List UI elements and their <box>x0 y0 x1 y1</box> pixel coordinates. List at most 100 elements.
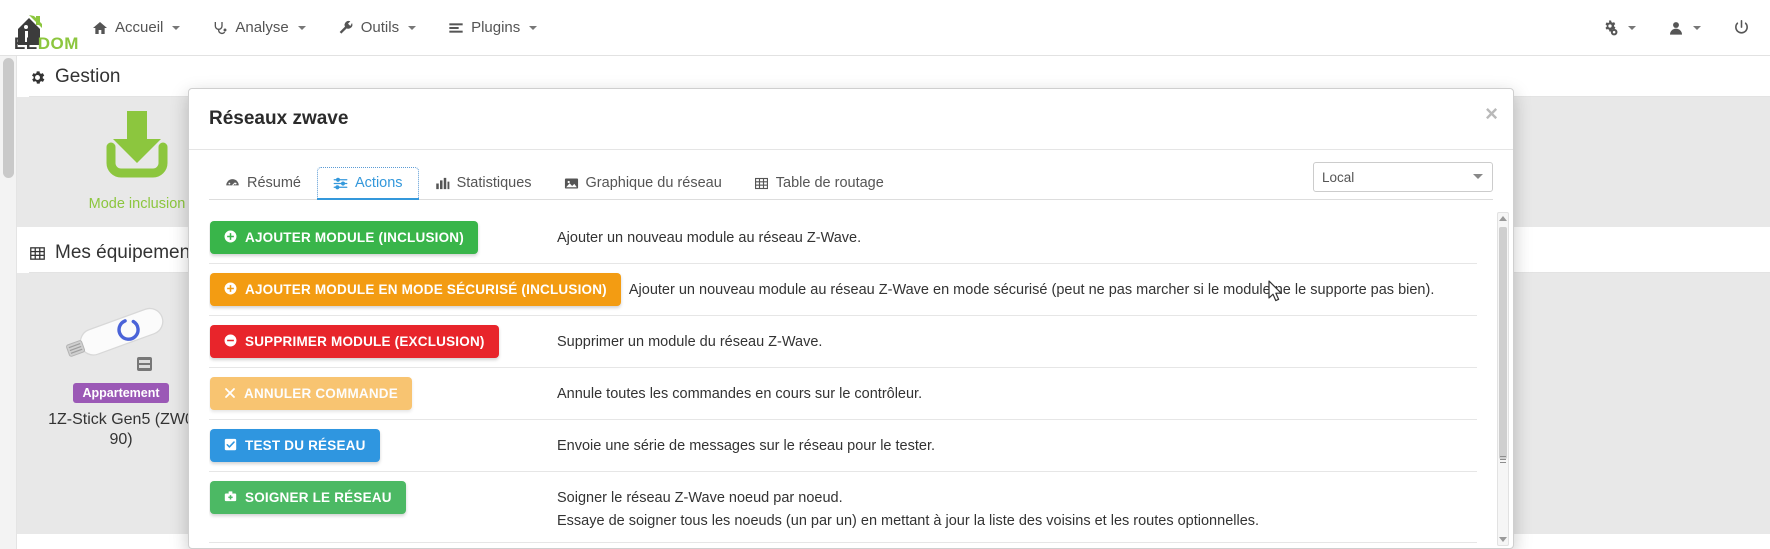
action-description-cell: Ajouter un nouveau module au réseau Z-Wa… <box>621 273 1477 301</box>
brand-text-ee: EE <box>14 34 38 53</box>
page-scrollbar[interactable] <box>0 56 17 549</box>
power-icon <box>1733 19 1750 36</box>
stethoscope-icon <box>212 20 228 36</box>
user-icon <box>1668 20 1684 36</box>
action-button-cell: AJOUTER MODULE EN MODE SÉCURISÉ (INCLUSI… <box>209 273 621 306</box>
scroll-up-icon[interactable] <box>1499 216 1507 221</box>
panel-gestion-label: Gestion <box>55 66 121 87</box>
tab-statistiques[interactable]: Statistiques <box>419 167 548 200</box>
tab-table-routage[interactable]: Table de routage <box>738 167 900 200</box>
tab-table-routage-label: Table de routage <box>775 175 884 191</box>
times-icon <box>224 387 236 401</box>
remove-module-exclusion-button[interactable]: SUPPRIMER MODULE (EXCLUSION) <box>210 325 499 358</box>
tab-actions[interactable]: Actions <box>317 167 419 200</box>
action-description-line: Ajouter un nouveau module au réseau Z-Wa… <box>628 282 1435 298</box>
brand-text-dom: DOM <box>37 34 79 53</box>
heal-network-button[interactable]: SOIGNER LE RÉSEAU <box>210 481 406 514</box>
nav-item-power[interactable] <box>1719 0 1764 56</box>
nav-item-settings[interactable] <box>1587 0 1650 56</box>
tab-resume-label: Résumé <box>247 175 301 191</box>
action-description-cell: Ajouter un nouveau module au réseau Z-Wa… <box>549 221 1477 249</box>
add-module-inclusion-button[interactable]: AJOUTER MODULE (INCLUSION) <box>210 221 478 254</box>
chevron-down-icon <box>297 25 306 30</box>
cancel-command-button[interactable]: ANNULER COMMANDE <box>210 377 412 410</box>
equipment-name: 1Z-Stick Gen5 (ZW0 90) <box>48 411 194 448</box>
image-icon <box>564 176 579 191</box>
dialog-header: Réseaux zwave × <box>189 89 1513 150</box>
navbar-right-group <box>1587 0 1770 56</box>
action-row: SOIGNER LE RÉSEAU Soigner le réseau Z-Wa… <box>209 472 1477 543</box>
button-label: AJOUTER MODULE EN MODE SÉCURISÉ (INCLUSI… <box>245 282 607 297</box>
table-icon <box>754 176 769 191</box>
gear-icon <box>29 69 46 86</box>
status-badge: Appartement <box>73 383 169 403</box>
action-description-cell: Supprimer un module du réseau Z-Wave. <box>549 325 1477 353</box>
actions-scrollbar-thumb[interactable] <box>1499 227 1507 459</box>
sliders-icon <box>333 176 348 191</box>
brand-logo[interactable]: EEDOM <box>12 8 78 53</box>
nav-item-outils[interactable]: Outils <box>322 0 432 56</box>
nav-item-outils-label: Outils <box>360 19 400 36</box>
brand-text: EEDOM <box>14 34 79 54</box>
nav-item-analyse[interactable]: Analyse <box>196 0 321 56</box>
button-label: SUPPRIMER MODULE (EXCLUSION) <box>245 334 485 349</box>
zwave-network-dialog: Réseaux zwave × Résumé Actions Statistiq… <box>188 88 1514 549</box>
action-row: ANNULER COMMANDE Annule toutes les comma… <box>209 368 1477 420</box>
actions-list[interactable]: AJOUTER MODULE (INCLUSION) Ajouter un no… <box>209 212 1493 548</box>
nav-item-plugins-label: Plugins <box>471 19 521 36</box>
action-description-cell: Annule toutes les commandes en cours sur… <box>549 377 1477 405</box>
network-select[interactable]: Local <box>1313 162 1493 192</box>
action-description-line: Annule toutes les commandes en cours sur… <box>557 386 923 402</box>
dialog-tabs: Résumé Actions Statistiques Graphique du… <box>209 162 1493 200</box>
action-row: AJOUTER MODULE EN MODE SÉCURISÉ (INCLUSI… <box>209 264 1477 316</box>
network-test-button[interactable]: TEST DU RÉSEAU <box>210 429 380 462</box>
action-description-line: Essaye de soigner tous les noeuds (un pa… <box>557 513 1260 530</box>
tab-actions-label: Actions <box>355 175 403 191</box>
action-row: TEST DU RÉSEAU Envoie une série de messa… <box>209 420 1477 472</box>
chevron-down-icon <box>172 25 181 30</box>
chevron-down-icon <box>1693 25 1701 30</box>
usb-zwave-stick-image <box>45 287 197 379</box>
bar-chart-icon <box>435 176 450 191</box>
check-square-icon <box>224 438 237 453</box>
plus-circle-icon <box>224 282 237 297</box>
action-button-cell: SUPPRIMER MODULE (EXCLUSION) <box>209 325 549 358</box>
tab-graphique-reseau[interactable]: Graphique du réseau <box>548 167 738 200</box>
action-description-cell: Soigner le réseau Z-Wave noeud par noeud… <box>549 481 1477 533</box>
download-inbox-icon <box>89 107 185 183</box>
button-label: TEST DU RÉSEAU <box>245 438 366 453</box>
action-description-line: Supprimer un module du réseau Z-Wave. <box>557 334 823 350</box>
table-icon <box>29 245 46 262</box>
action-button-cell: AJOUTER MODULE (INCLUSION) <box>209 221 549 254</box>
panel-equipements-label: Mes équipements <box>55 242 205 263</box>
tab-resume[interactable]: Résumé <box>209 167 317 200</box>
list-icon <box>448 20 464 36</box>
nav-item-accueil[interactable]: Accueil <box>76 0 196 56</box>
chevron-down-icon <box>529 25 538 30</box>
page-scrollbar-thumb[interactable] <box>3 58 14 178</box>
action-button-cell: ANNULER COMMANDE <box>209 377 549 410</box>
action-description-line: Envoie une série de messages sur le rése… <box>557 438 936 454</box>
action-row: AJOUTER MODULE (INCLUSION) Ajouter un no… <box>209 212 1477 264</box>
dialog-title: Réseaux zwave <box>209 108 349 129</box>
scrollbar-grip-icon <box>1500 456 1506 463</box>
chevron-down-icon <box>1628 25 1636 30</box>
nav-item-user[interactable] <box>1654 0 1715 56</box>
nav-item-plugins[interactable]: Plugins <box>432 0 553 56</box>
button-label: SOIGNER LE RÉSEAU <box>245 490 392 505</box>
add-module-secure-inclusion-button[interactable]: AJOUTER MODULE EN MODE SÉCURISÉ (INCLUSI… <box>210 273 621 306</box>
action-description-cell: Envoie une série de messages sur le rése… <box>549 429 1477 457</box>
gears-icon <box>1601 19 1619 37</box>
actions-list-scrollbar[interactable] <box>1497 212 1509 546</box>
dialog-body: Résumé Actions Statistiques Graphique du… <box>189 150 1513 548</box>
scroll-down-icon[interactable] <box>1499 537 1507 542</box>
tab-graphique-reseau-label: Graphique du réseau <box>585 175 722 191</box>
tab-statistiques-label: Statistiques <box>456 175 532 191</box>
close-icon[interactable]: × <box>1485 103 1498 125</box>
chevron-down-icon <box>408 25 417 30</box>
action-button-cell: TEST DU RÉSEAU <box>209 429 549 462</box>
home-icon <box>92 20 108 36</box>
action-description-line: Soigner le réseau Z-Wave noeud par noeud… <box>557 490 843 506</box>
action-row: SUPPRIMER MODULE (EXCLUSION) Supprimer u… <box>209 316 1477 368</box>
equipment-card[interactable]: Appartement 1Z-Stick Gen5 (ZW0 90) <box>45 287 197 450</box>
